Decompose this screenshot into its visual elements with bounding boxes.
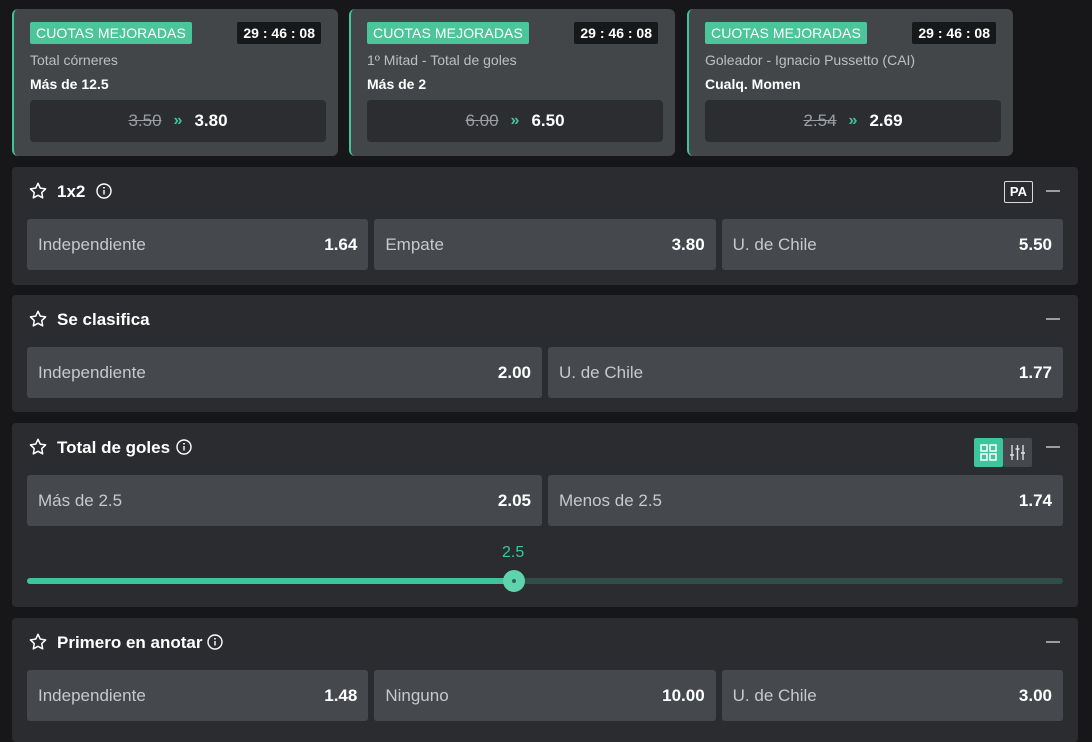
slider-thumb[interactable] (502, 570, 525, 592)
market-title: 1x2 (57, 182, 86, 201)
star-icon[interactable] (28, 632, 48, 652)
selection-button[interactable]: U. de Chile 5.50 (721, 219, 1063, 270)
selection-button[interactable]: Menos de 2.5 1.74 (548, 475, 1063, 526)
selection-name: Ninguno (385, 685, 449, 705)
market-panel-1x2: 1x2 PA Independiente 1.64 Empate 3.80 U.… (12, 167, 1078, 285)
selection-odd: 1.77 (1018, 362, 1052, 382)
old-odd: 2.54 (803, 111, 837, 130)
market-header: 1x2 PA (12, 167, 1078, 215)
selection-row: Independiente 1.48 Ninguno 10.00 U. de C… (27, 670, 1063, 721)
double-chevron-right-icon: » (848, 112, 858, 129)
boost-selection: Más de 2 (367, 76, 427, 92)
boost-badge: CUOTAS MEJORADAS (705, 22, 867, 44)
line-value-label: 2.5 (502, 544, 525, 561)
selection-odd: 1.74 (1018, 490, 1052, 510)
grid-view-button[interactable] (974, 438, 1003, 467)
boost-market-name: 1º Mitad - Total de goles (367, 52, 517, 68)
slider-fill (27, 578, 514, 584)
selection-button[interactable]: Empate 3.80 (374, 219, 716, 270)
star-icon[interactable] (28, 309, 48, 329)
boost-selection: Más de 12.5 (30, 76, 109, 92)
boost-selection: Cualq. Momen (705, 76, 801, 92)
market-panel-total-goles: Total de goles Más de 2.5 2.05 Menos de … (12, 423, 1078, 607)
selection-name: Independiente (38, 362, 146, 382)
boost-card: CUOTAS MEJORADAS 29 : 46 : 08 Total córn… (12, 9, 338, 156)
info-icon[interactable] (176, 439, 192, 455)
selection-row: Más de 2.5 2.05 Menos de 2.5 1.74 (27, 475, 1063, 526)
old-odd: 6.00 (465, 111, 499, 130)
market-title: Primero en anotar (57, 633, 203, 652)
market-title: Total de goles (57, 438, 171, 457)
collapse-icon[interactable] (1046, 190, 1060, 192)
grid-icon (980, 444, 997, 461)
star-icon[interactable] (28, 181, 48, 201)
selection-name: U. de Chile (559, 362, 644, 382)
market-header: Se clasifica (12, 295, 1078, 343)
double-chevron-right-icon: » (173, 112, 183, 129)
selection-odd: 3.80 (671, 234, 705, 254)
selection-button[interactable]: U. de Chile 3.00 (721, 670, 1063, 721)
double-chevron-right-icon: » (510, 112, 520, 129)
selection-odd: 1.64 (324, 234, 358, 254)
boost-odds-button[interactable]: 6.00 » 6.50 (367, 100, 663, 142)
collapse-icon[interactable] (1046, 446, 1060, 448)
countdown-timer: 29 : 46 : 08 (574, 22, 658, 44)
countdown-timer: 29 : 46 : 08 (237, 22, 321, 44)
boost-odds-button[interactable]: 2.54 » 2.69 (705, 100, 1001, 142)
boost-market-name: Goleador - Ignacio Pussetto (CAI) (705, 52, 916, 68)
selection-row: Independiente 2.00 U. de Chile 1.77 (27, 347, 1063, 398)
new-odd: 3.80 (194, 111, 228, 130)
selection-odd: 2.05 (497, 490, 531, 510)
selection-button[interactable]: Independiente 1.48 (27, 670, 369, 721)
boost-market-name: Total córneres (30, 52, 118, 68)
selection-odd: 1.48 (324, 685, 358, 705)
selection-name: U. de Chile (732, 685, 817, 705)
selection-name: Menos de 2.5 (559, 490, 663, 510)
selection-button[interactable]: U. de Chile 1.77 (548, 347, 1063, 398)
boost-badge: CUOTAS MEJORADAS (30, 22, 192, 44)
line-slider[interactable] (27, 570, 1063, 592)
selection-name: Independiente (38, 685, 146, 705)
selection-button[interactable]: Independiente 2.00 (27, 347, 542, 398)
selection-button[interactable]: Ninguno 10.00 (374, 670, 716, 721)
old-odd: 3.50 (128, 111, 162, 130)
selection-name: U. de Chile (732, 234, 817, 254)
selection-name: Independiente (38, 234, 146, 254)
countdown-timer: 29 : 46 : 08 (912, 22, 996, 44)
selection-button[interactable]: Más de 2.5 2.05 (27, 475, 542, 526)
boosted-odds-row: CUOTAS MEJORADAS 29 : 46 : 08 Total córn… (12, 9, 1014, 156)
view-toggle (974, 438, 1032, 467)
boost-card: CUOTAS MEJORADAS 29 : 46 : 08 1º Mitad -… (349, 9, 675, 156)
selection-row: Independiente 1.64 Empate 3.80 U. de Chi… (27, 219, 1063, 270)
collapse-icon[interactable] (1046, 318, 1060, 320)
boost-badge: CUOTAS MEJORADAS (367, 22, 529, 44)
selection-name: Empate (385, 234, 444, 254)
pa-badge[interactable]: PA (1003, 181, 1033, 203)
market-panel-primero-anotar: Primero en anotar Independiente 1.48 Nin… (12, 618, 1078, 742)
new-odd: 2.69 (869, 111, 903, 130)
selection-button[interactable]: Independiente 1.64 (27, 219, 369, 270)
selection-odd: 2.00 (497, 362, 531, 382)
new-odd: 6.50 (531, 111, 565, 130)
boost-card: CUOTAS MEJORADAS 29 : 46 : 08 Goleador -… (687, 9, 1013, 156)
selection-name: Más de 2.5 (38, 490, 123, 510)
info-icon[interactable] (96, 183, 112, 199)
selection-odd: 10.00 (662, 685, 705, 705)
info-icon[interactable] (207, 634, 223, 650)
selection-odd: 5.50 (1018, 234, 1052, 254)
market-panel-se-clasifica: Se clasifica Independiente 2.00 U. de Ch… (12, 295, 1078, 412)
sliders-icon (1010, 445, 1025, 460)
selection-odd: 3.00 (1018, 685, 1052, 705)
star-icon[interactable] (28, 437, 48, 457)
slider-view-button[interactable] (1003, 438, 1032, 467)
collapse-icon[interactable] (1046, 641, 1060, 643)
boost-odds-button[interactable]: 3.50 » 3.80 (30, 100, 326, 142)
market-header: Total de goles (12, 423, 1078, 471)
market-header: Primero en anotar (12, 618, 1078, 666)
market-title: Se clasifica (57, 310, 150, 329)
